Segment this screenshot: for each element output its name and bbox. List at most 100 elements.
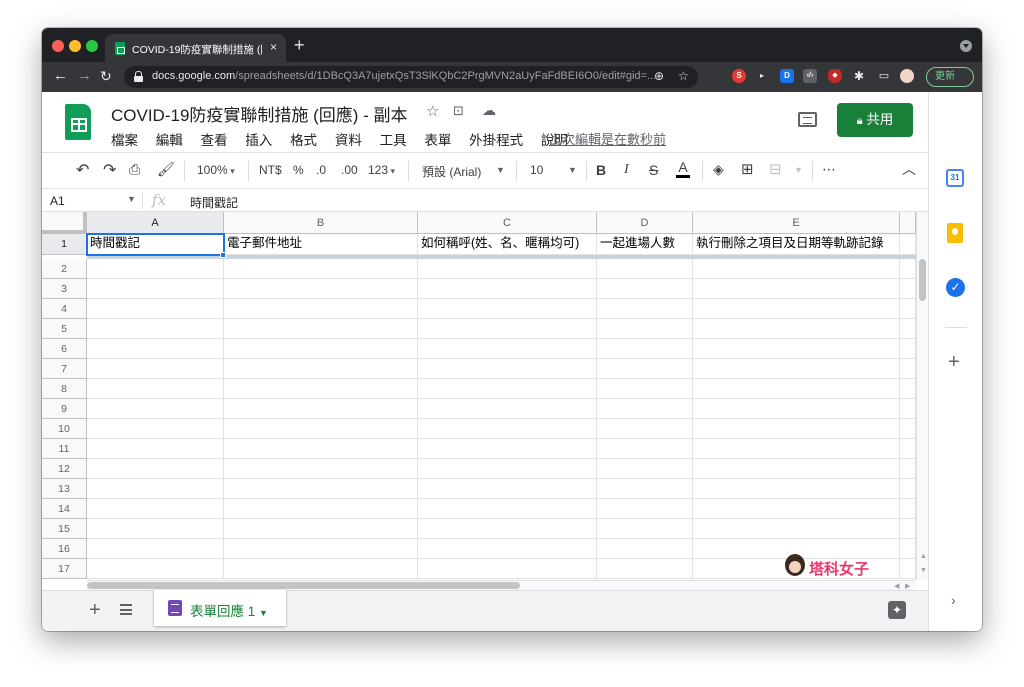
- cell-f13[interactable]: [900, 479, 916, 499]
- name-box[interactable]: A1: [50, 194, 65, 208]
- cell-c6[interactable]: [418, 339, 597, 359]
- row-header-10[interactable]: 10: [42, 419, 87, 439]
- cell-d7[interactable]: [597, 359, 693, 379]
- menu-addons[interactable]: 外掛程式: [469, 133, 523, 148]
- row-header-3[interactable]: 3: [42, 279, 87, 299]
- cell-f6[interactable]: [900, 339, 916, 359]
- name-box-dropdown-icon[interactable]: ▼: [127, 194, 136, 204]
- close-window-button[interactable]: [52, 40, 64, 52]
- cell-b10[interactable]: [224, 419, 418, 439]
- d-extension-icon[interactable]: D: [780, 69, 794, 83]
- font-size-select[interactable]: 10: [530, 163, 543, 177]
- cell-f2[interactable]: [900, 259, 916, 279]
- menu-insert[interactable]: 插入: [245, 133, 272, 148]
- column-header-c[interactable]: C: [418, 212, 597, 234]
- cell-a12[interactable]: [87, 459, 224, 479]
- menu-data[interactable]: 資料: [335, 133, 362, 148]
- cell-c17[interactable]: [418, 559, 597, 579]
- move-folder-icon[interactable]: ⊡: [453, 103, 464, 119]
- cell-e3[interactable]: [693, 279, 900, 299]
- row-header-8[interactable]: 8: [42, 379, 87, 399]
- cell-e1[interactable]: 執行刪除之項目及日期等軌跡記錄: [693, 234, 900, 255]
- column-header-a[interactable]: A: [87, 212, 224, 234]
- tab-search-icon[interactable]: [960, 40, 972, 52]
- row-header-12[interactable]: 12: [42, 459, 87, 479]
- get-addons-button[interactable]: +: [948, 351, 960, 374]
- cell-d3[interactable]: [597, 279, 693, 299]
- tab-close-icon[interactable]: ×: [270, 40, 277, 54]
- row-header-5[interactable]: 5: [42, 319, 87, 339]
- font-dropdown-icon[interactable]: ▼: [496, 165, 505, 175]
- cell-a2[interactable]: [87, 259, 224, 279]
- increase-decimal-button[interactable]: .00: [341, 163, 358, 177]
- vertical-scrollbar[interactable]: ▲ ▼: [916, 212, 928, 580]
- cell-b16[interactable]: [224, 539, 418, 559]
- scroll-left-arrow-icon[interactable]: ◀: [894, 582, 899, 590]
- cell-f11[interactable]: [900, 439, 916, 459]
- cell-a6[interactable]: [87, 339, 224, 359]
- cell-a10[interactable]: [87, 419, 224, 439]
- explore-icon[interactable]: ✦: [888, 601, 906, 619]
- update-button[interactable]: 更新: [926, 67, 974, 87]
- cell-d15[interactable]: [597, 519, 693, 539]
- cell-e12[interactable]: [693, 459, 900, 479]
- star-icon[interactable]: ☆: [426, 102, 439, 120]
- minimize-window-button[interactable]: [69, 40, 81, 52]
- cast-icon[interactable]: ▭: [877, 69, 891, 83]
- cell-c13[interactable]: [418, 479, 597, 499]
- share-button[interactable]: 🔒︎ 共用: [837, 103, 913, 137]
- cell-c16[interactable]: [418, 539, 597, 559]
- cell-b8[interactable]: [224, 379, 418, 399]
- profile-avatar-icon[interactable]: [900, 69, 914, 83]
- italic-button[interactable]: I: [624, 162, 629, 178]
- cell-e2[interactable]: [693, 259, 900, 279]
- borders-icon[interactable]: ⊞: [741, 160, 754, 178]
- cell-d2[interactable]: [597, 259, 693, 279]
- cell-a15[interactable]: [87, 519, 224, 539]
- cell-d14[interactable]: [597, 499, 693, 519]
- scroll-up-arrow-icon[interactable]: ▲: [920, 553, 927, 560]
- s-extension-icon[interactable]: S: [732, 69, 746, 83]
- cell-b3[interactable]: [224, 279, 418, 299]
- cell-f17[interactable]: [900, 559, 916, 579]
- bookmark-star-icon[interactable]: ☆: [678, 69, 689, 83]
- cell-d10[interactable]: [597, 419, 693, 439]
- cell-a11[interactable]: [87, 439, 224, 459]
- cell-c3[interactable]: [418, 279, 597, 299]
- undo-icon[interactable]: ↶: [76, 160, 89, 180]
- cell-d16[interactable]: [597, 539, 693, 559]
- last-edit-link[interactable]: 上次編輯是在數秒前: [549, 129, 666, 148]
- cell-a14[interactable]: [87, 499, 224, 519]
- cell-c8[interactable]: [418, 379, 597, 399]
- calendar-icon[interactable]: 31: [946, 169, 964, 187]
- cell-a7[interactable]: [87, 359, 224, 379]
- menu-forms[interactable]: 表單: [424, 133, 451, 148]
- cell-b12[interactable]: [224, 459, 418, 479]
- cell-b14[interactable]: [224, 499, 418, 519]
- redo-icon[interactable]: ↷: [103, 160, 116, 180]
- cell-c10[interactable]: [418, 419, 597, 439]
- add-sheet-button[interactable]: +: [89, 599, 101, 622]
- back-arrow-icon[interactable]: ←: [53, 67, 68, 84]
- row-header-15[interactable]: 15: [42, 519, 87, 539]
- cell-a3[interactable]: [87, 279, 224, 299]
- cell-b4[interactable]: [224, 299, 418, 319]
- cell-a5[interactable]: [87, 319, 224, 339]
- cell-f1[interactable]: [900, 234, 916, 255]
- cell-f4[interactable]: [900, 299, 916, 319]
- cell-f15[interactable]: [900, 519, 916, 539]
- cell-a4[interactable]: [87, 299, 224, 319]
- cell-c4[interactable]: [418, 299, 597, 319]
- cell-f3[interactable]: [900, 279, 916, 299]
- scroll-down-arrow-icon[interactable]: ▼: [920, 567, 927, 574]
- forward-arrow-icon[interactable]: →: [77, 67, 92, 84]
- all-sheets-menu-icon[interactable]: [120, 604, 132, 615]
- row-header-17[interactable]: 17: [42, 559, 87, 579]
- zoom-select[interactable]: 100%: [197, 163, 235, 177]
- column-header-d[interactable]: D: [597, 212, 693, 234]
- cell-d6[interactable]: [597, 339, 693, 359]
- menu-view[interactable]: 查看: [201, 133, 228, 148]
- strikethrough-button[interactable]: S: [649, 162, 658, 178]
- row-header-1[interactable]: 1: [42, 234, 87, 255]
- horizontal-scrollbar[interactable]: ◀ ▶: [87, 580, 916, 590]
